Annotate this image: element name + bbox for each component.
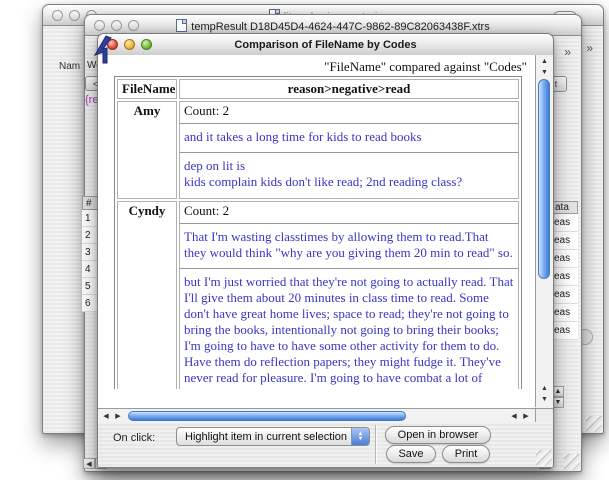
scroll-right-arrow[interactable]: ▶ bbox=[520, 410, 532, 421]
document-icon bbox=[176, 19, 188, 32]
cell-separator bbox=[180, 268, 518, 269]
table-row: Cyndy Count: 2 That I'm wasting classtim… bbox=[117, 201, 519, 389]
comparison-window-title: Comparison of FileName by Codes bbox=[234, 39, 417, 51]
on-click-label: On click: bbox=[113, 432, 156, 444]
horizontal-scrollbar[interactable]: ◀ ▶ ◀ ▶ bbox=[98, 408, 535, 422]
data-row[interactable]: eas bbox=[551, 214, 578, 232]
cell-separator bbox=[180, 152, 518, 153]
toolbar-overflow-icon[interactable]: » bbox=[564, 45, 571, 59]
toolbar-overflow-icon[interactable]: » bbox=[586, 41, 593, 55]
result-cell: Count: 2 and it takes a long time for ki… bbox=[179, 101, 519, 199]
scroll-left-arrow[interactable]: ◀ bbox=[83, 458, 95, 469]
resize-grip[interactable] bbox=[536, 450, 552, 466]
tempresult-window-title: tempResult D18D45D4-4624-447C-9862-89C82… bbox=[125, 19, 541, 33]
scroll-up-arrow[interactable]: ▲ bbox=[537, 56, 552, 67]
app-flag-icon bbox=[93, 35, 112, 64]
popup-selected-value: Highlight item in current selection bbox=[185, 431, 348, 443]
comparison-table: FileName reason>negative>read Amy Count:… bbox=[114, 76, 522, 389]
scroll-left-arrow[interactable]: ◀ bbox=[508, 410, 520, 421]
coded-quote[interactable]: but I'm just worried that they're not go… bbox=[184, 274, 514, 389]
save-button[interactable]: Save bbox=[386, 445, 436, 463]
data-row[interactable]: eas bbox=[551, 304, 578, 322]
cell-separator bbox=[180, 123, 518, 124]
data-row[interactable]: eas bbox=[551, 286, 578, 304]
filename-cell[interactable]: Cyndy bbox=[117, 201, 177, 389]
footer-divider bbox=[375, 425, 376, 464]
data-column: eas eas eas eas eas eas eas bbox=[551, 214, 578, 340]
table-header-row: FileName reason>negative>read bbox=[117, 79, 519, 99]
scroll-left-arrow[interactable]: ◀ bbox=[100, 410, 112, 421]
desktop: lit and science.xtprj » Nam tempResult D… bbox=[0, 0, 609, 480]
filename-column-header[interactable]: FileName bbox=[117, 79, 177, 99]
cell-separator bbox=[180, 223, 518, 224]
data-row[interactable]: eas bbox=[551, 250, 578, 268]
data-row[interactable]: eas bbox=[551, 232, 578, 250]
scroll-up-arrow[interactable]: ▲ bbox=[537, 383, 552, 394]
data-row[interactable]: eas bbox=[551, 268, 578, 286]
open-in-browser-button[interactable]: Open in browser bbox=[385, 426, 491, 444]
horizontal-scroll-thumb[interactable] bbox=[128, 411, 406, 421]
resize-grip[interactable] bbox=[564, 454, 580, 470]
comparison-content: "FileName" compared against "Codes" File… bbox=[98, 55, 535, 408]
filename-cell[interactable]: Amy bbox=[117, 101, 177, 199]
count-label: Count: 2 bbox=[184, 103, 230, 118]
close-button[interactable] bbox=[94, 20, 105, 31]
result-cell: Count: 2 That I'm wasting classtimes by … bbox=[179, 201, 519, 389]
popup-stepper-icon: ▲ ▼ bbox=[351, 428, 369, 445]
window-comparison: Comparison of FileName by Codes "FileNam… bbox=[97, 33, 554, 468]
coded-quote[interactable]: dep on lit is kids complain kids don't l… bbox=[184, 158, 514, 190]
on-click-popup[interactable]: Highlight item in current selection ▲ ▼ bbox=[176, 427, 370, 446]
comparison-table-wrap: FileName reason>negative>read Amy Count:… bbox=[114, 76, 526, 389]
scrollbar-corner bbox=[535, 408, 553, 422]
scroll-down-arrow[interactable]: ▼ bbox=[537, 67, 552, 78]
coded-quote[interactable]: and it takes a long time for kids to rea… bbox=[184, 129, 514, 145]
comparison-subtitle: "FileName" compared against "Codes" bbox=[324, 59, 527, 74]
comparison-footer: On click: Highlight item in current sele… bbox=[98, 422, 553, 467]
print-button[interactable]: Print bbox=[442, 445, 490, 463]
vertical-scrollbar[interactable]: ▲ ▼ ▲ ▼ bbox=[535, 55, 553, 407]
scroll-right-arrow[interactable]: ▶ bbox=[112, 410, 124, 421]
minimize-button[interactable] bbox=[111, 20, 122, 31]
comparison-titlebar[interactable]: Comparison of FileName by Codes bbox=[98, 34, 553, 56]
scroll-down-arrow[interactable]: ▼ bbox=[537, 394, 552, 405]
table-row: Amy Count: 2 and it takes a long time fo… bbox=[117, 101, 519, 199]
coded-quote[interactable]: That I'm wasting classtimes by allowing … bbox=[184, 229, 514, 261]
name-column-fragment: Nam bbox=[59, 61, 81, 72]
minimize-button[interactable] bbox=[124, 39, 135, 50]
data-row[interactable]: eas bbox=[551, 322, 578, 340]
minimize-button[interactable] bbox=[69, 10, 80, 21]
resize-grip[interactable] bbox=[586, 416, 602, 432]
close-button[interactable] bbox=[52, 10, 63, 21]
count-label: Count: 2 bbox=[184, 203, 230, 218]
data-column-header[interactable]: ata bbox=[551, 201, 578, 214]
code-column-header[interactable]: reason>negative>read bbox=[179, 79, 519, 99]
vertical-scroll-thumb[interactable] bbox=[538, 79, 550, 279]
